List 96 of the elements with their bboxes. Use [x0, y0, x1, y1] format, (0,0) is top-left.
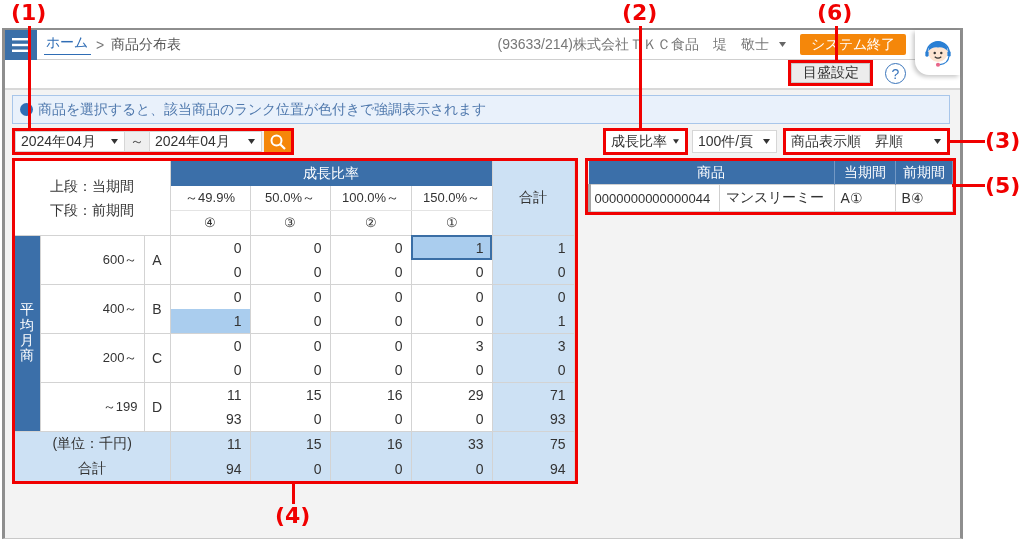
data-cell: 1 — [411, 235, 493, 260]
data-cell: 15 — [250, 382, 331, 407]
range-separator: ～ — [124, 131, 150, 152]
rank-cell: A① — [834, 184, 896, 212]
row-range-label: 400～ — [40, 284, 144, 333]
callout-label: (5) — [985, 173, 1021, 199]
month-select[interactable]: 2024年04月 — [15, 131, 124, 152]
row-rank-label: C — [144, 333, 171, 382]
rank-header: ③ — [250, 210, 331, 235]
data-cell: 0 — [330, 284, 412, 309]
total-cell: 0 — [330, 456, 412, 481]
rank-header: ② — [330, 210, 412, 235]
data-cell: 0 — [330, 357, 412, 382]
user-menu[interactable]: (93633/214)株式会社ＴＫＣ食品 堤 敬士 — [497, 35, 786, 54]
column-header: 100.0%～ — [330, 186, 412, 210]
callout-label: (1) — [11, 0, 47, 26]
total-cell: 15 — [250, 431, 331, 456]
row-axis-header: 平均月商 — [15, 235, 40, 431]
info-message: 商品を選択すると、該当商品のランク位置が色付きで強調表示されます — [38, 100, 486, 119]
search-icon — [269, 133, 286, 150]
total-cell: 33 — [411, 431, 493, 456]
data-cell: 0 — [250, 308, 331, 333]
data-cell: 3 — [411, 333, 493, 358]
total-cell: 16 — [330, 431, 412, 456]
product-name-cell: マンスリーミー — [719, 184, 835, 212]
caret-icon — [673, 139, 679, 144]
data-cell: 0 — [170, 357, 251, 382]
scale-settings-button[interactable]: 目盛設定 — [791, 63, 870, 83]
total-cell: 11 — [170, 431, 251, 456]
data-cell: 0 — [330, 308, 412, 333]
data-cell: 16 — [330, 382, 412, 407]
rank-header: ④ — [170, 210, 251, 235]
page-title: 商品分布表 — [111, 35, 182, 54]
data-cell: 1 — [170, 308, 251, 333]
data-cell: 0 — [170, 284, 251, 309]
data-cell: 0 — [170, 333, 251, 358]
help-button[interactable]: ? — [885, 63, 906, 84]
data-cell: 29 — [411, 382, 493, 407]
row-range-label: 600～ — [40, 235, 144, 284]
data-cell: 0 — [250, 284, 331, 309]
total-cell: 3 — [492, 333, 575, 358]
caret-icon — [248, 139, 255, 144]
total-cell: 0 — [411, 456, 493, 481]
data-cell: 0 — [170, 235, 251, 260]
unit-label: (単位：千円) — [15, 431, 171, 456]
sort-select[interactable]: 商品表示順 昇順 — [786, 131, 947, 152]
caret-icon — [111, 139, 118, 144]
page-size-select[interactable]: 100件/頁 — [692, 130, 777, 153]
column-header: 150.0%～ — [411, 186, 493, 210]
breadcrumb-separator: > — [96, 36, 105, 53]
legend-text: 上段：当期間 — [49, 176, 136, 196]
callout-label: (4) — [275, 503, 311, 529]
total-cell: 0 — [250, 456, 331, 481]
legend-text: 下段：前期間 — [49, 200, 136, 220]
column-header: 商品 — [589, 161, 835, 185]
total-label: 合計 — [15, 456, 171, 481]
metric-select[interactable]: 成長比率 — [606, 131, 685, 152]
search-button[interactable] — [264, 131, 291, 152]
data-cell: 0 — [250, 259, 331, 284]
menu-button[interactable] — [5, 30, 37, 60]
total-header: 合計 — [492, 161, 575, 235]
data-cell: 0 — [411, 308, 493, 333]
total-cell: 75 — [492, 431, 575, 456]
data-cell: 0 — [330, 333, 412, 358]
caret-icon — [763, 139, 770, 144]
product-code-cell: 0000000000000044 — [589, 184, 720, 212]
group-header: 成長比率 — [170, 161, 493, 186]
support-tab[interactable] — [915, 30, 960, 75]
total-cell: 1 — [492, 235, 575, 260]
total-cell: 71 — [492, 382, 575, 407]
data-cell: 0 — [250, 357, 331, 382]
row-rank-label: B — [144, 284, 171, 333]
data-cell: 11 — [170, 382, 251, 407]
caret-icon — [934, 139, 941, 144]
column-header: 前期間 — [895, 161, 953, 185]
data-cell: 0 — [411, 259, 493, 284]
data-cell: 0 — [250, 333, 331, 358]
total-cell: 0 — [492, 284, 575, 309]
caret-icon — [779, 42, 786, 47]
column-header: ～49.9% — [170, 186, 251, 210]
total-cell: 94 — [170, 456, 251, 481]
data-cell: 0 — [170, 259, 251, 284]
breadcrumb-link[interactable]: ホーム — [44, 34, 91, 55]
data-cell: 0 — [250, 235, 331, 260]
month-select[interactable]: 2024年04月 — [150, 131, 262, 152]
column-header: 50.0%～ — [250, 186, 331, 210]
rank-cell: B④ — [895, 184, 953, 212]
data-cell: 0 — [411, 284, 493, 309]
data-cell: 0 — [330, 259, 412, 284]
total-cell: 94 — [492, 456, 575, 481]
callout-label: (3) — [985, 128, 1021, 154]
row-range-label: 200～ — [40, 333, 144, 382]
data-cell: 0 — [411, 357, 493, 382]
column-header: 当期間 — [834, 161, 896, 185]
callout-label: (6) — [817, 0, 853, 26]
callout-label: (2) — [622, 0, 658, 26]
